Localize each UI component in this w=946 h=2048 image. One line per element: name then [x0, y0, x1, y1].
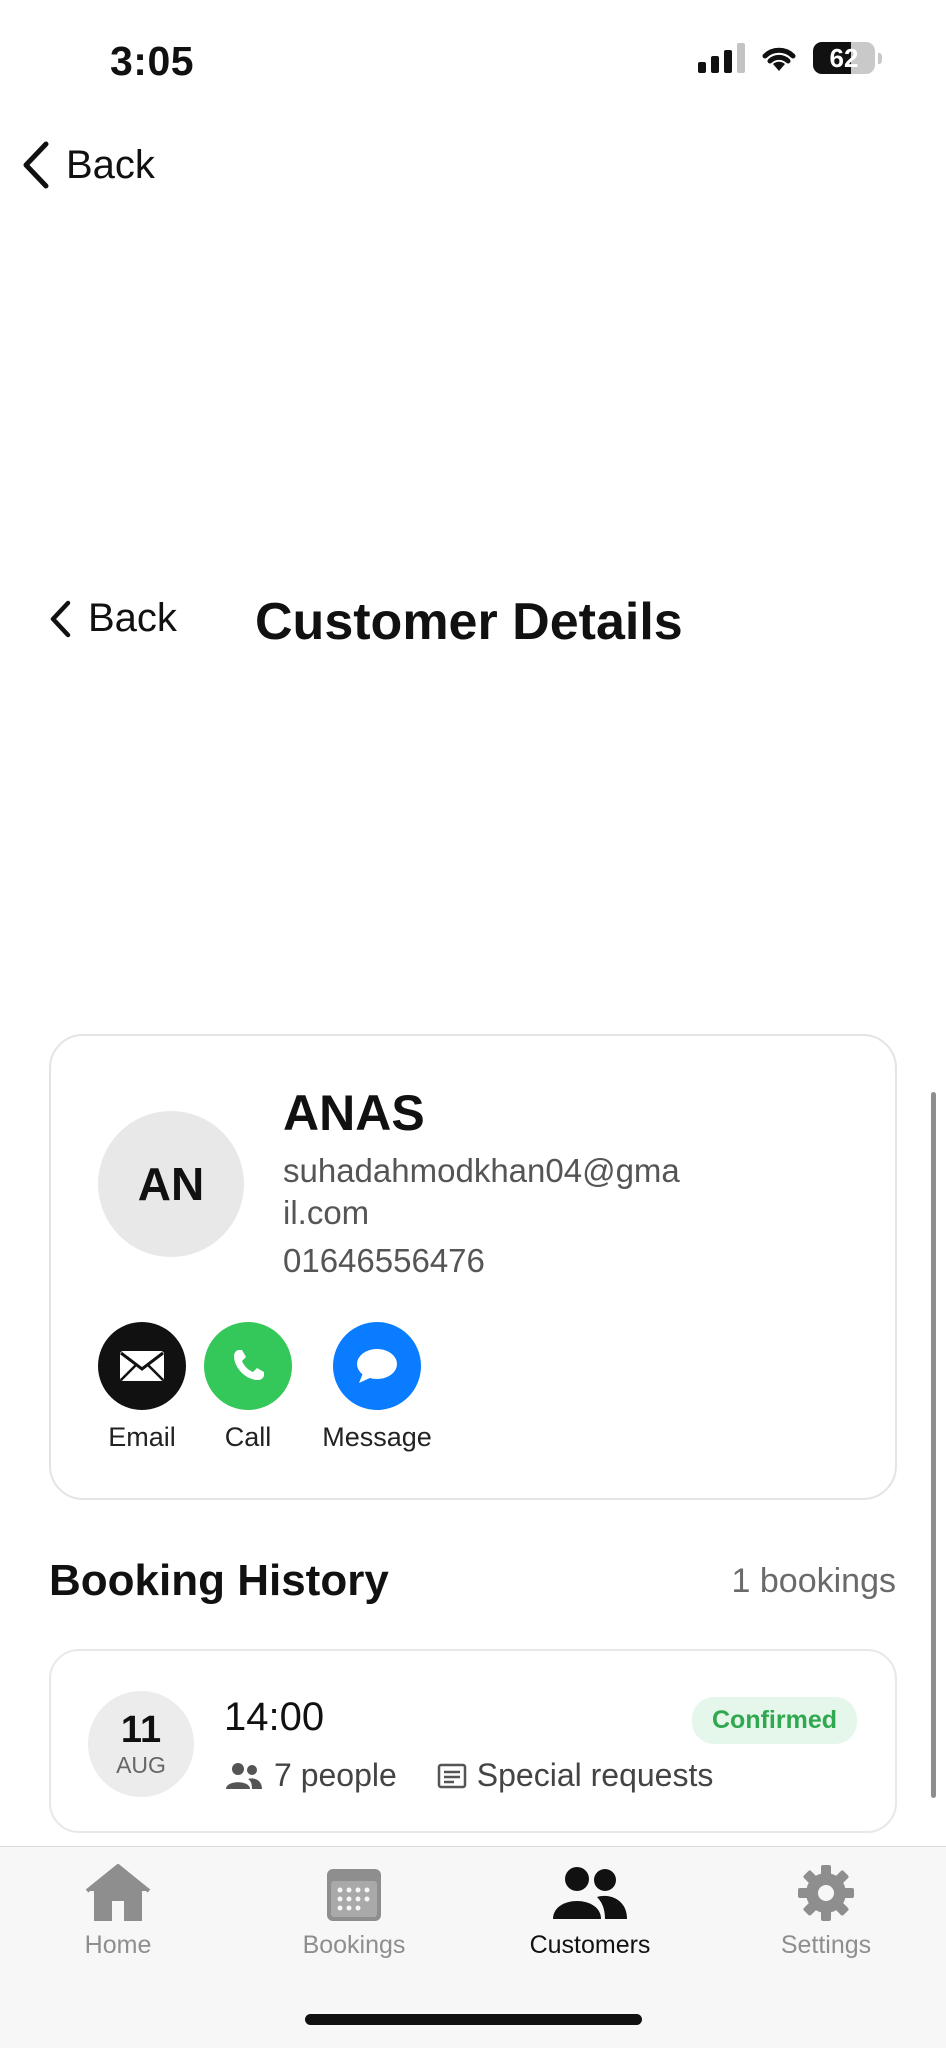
header-back-button[interactable]: Back	[48, 596, 177, 641]
screen: 3:05 62 Back Back Customer Details AN AN…	[0, 0, 946, 2048]
nav-back-label: Back	[66, 142, 155, 187]
booking-month: AUG	[116, 1751, 166, 1778]
call-button-circle[interactable]	[204, 1322, 292, 1410]
tab-home-label: Home	[84, 1931, 152, 1959]
email-button-circle[interactable]	[98, 1322, 186, 1410]
booking-card[interactable]: 11 AUG 14:00 7 people Special requests C…	[49, 1649, 897, 1833]
battery-level: 62	[829, 42, 859, 73]
calendar-icon	[327, 1869, 381, 1921]
booking-people: 7 people	[274, 1757, 397, 1793]
call-button[interactable]: Call	[204, 1322, 292, 1453]
call-button-label: Call	[224, 1422, 272, 1452]
people-icon	[226, 1762, 262, 1789]
tab-customers-label: Customers	[529, 1931, 651, 1959]
battery-icon: 62	[813, 42, 875, 74]
booking-notes: Special requests	[476, 1757, 714, 1793]
envelope-icon	[120, 1351, 164, 1381]
cellular-signal-icon	[698, 43, 745, 73]
chevron-left-icon	[50, 600, 71, 637]
tab-bookings-label: Bookings	[302, 1931, 406, 1959]
tab-bar: Home Bookings Customers Settings	[0, 1846, 946, 2048]
gear-icon	[798, 1865, 854, 1921]
booking-history-title: Booking History	[49, 1556, 389, 1605]
message-button[interactable]: Message	[314, 1322, 440, 1453]
booking-meta: 7 people Special requests	[224, 1757, 713, 1794]
email-button-label: Email	[108, 1422, 176, 1452]
note-icon	[437, 1763, 467, 1788]
people-icon	[553, 1867, 627, 1919]
nav-back-button[interactable]: Back	[20, 140, 155, 190]
message-button-label: Message	[322, 1422, 432, 1452]
booking-count: 1 bookings	[731, 1562, 896, 1600]
scrollbar[interactable]	[931, 1092, 936, 1798]
customer-name: ANAS	[283, 1085, 425, 1141]
tab-bookings[interactable]: Bookings	[254, 1863, 454, 1960]
status-badge: Confirmed	[692, 1697, 857, 1744]
page-title: Customer Details	[255, 593, 683, 651]
chevron-left-icon	[23, 141, 49, 189]
customer-email: suhadahmodkhan04@gmail.com	[283, 1152, 680, 1231]
header-back-label: Back	[88, 596, 177, 640]
status-time: 3:05	[110, 38, 195, 84]
chat-bubble-icon	[357, 1349, 397, 1383]
tab-settings[interactable]: Settings	[726, 1863, 926, 1960]
email-button[interactable]: Email	[98, 1322, 186, 1453]
contact-actions: Email Call Message	[98, 1322, 440, 1453]
booking-day: 11	[120, 1708, 162, 1751]
customer-phone: 01646556476	[283, 1242, 485, 1279]
avatar: AN	[98, 1111, 244, 1257]
customer-card: AN ANAS suhadahmodkhan04@gmail.com 01646…	[49, 1034, 897, 1500]
tab-customers[interactable]: Customers	[490, 1863, 690, 1960]
tab-home[interactable]: Home	[18, 1863, 218, 1960]
house-icon	[85, 1864, 151, 1921]
status-icons: 62	[698, 42, 882, 74]
tab-settings-label: Settings	[780, 1931, 872, 1959]
home-indicator	[305, 2014, 642, 2025]
booking-date-badge: 11 AUG	[88, 1691, 194, 1797]
wifi-icon	[762, 47, 796, 71]
message-button-circle[interactable]	[333, 1322, 421, 1410]
booking-time: 14:00	[224, 1695, 325, 1739]
phone-icon	[234, 1350, 264, 1380]
